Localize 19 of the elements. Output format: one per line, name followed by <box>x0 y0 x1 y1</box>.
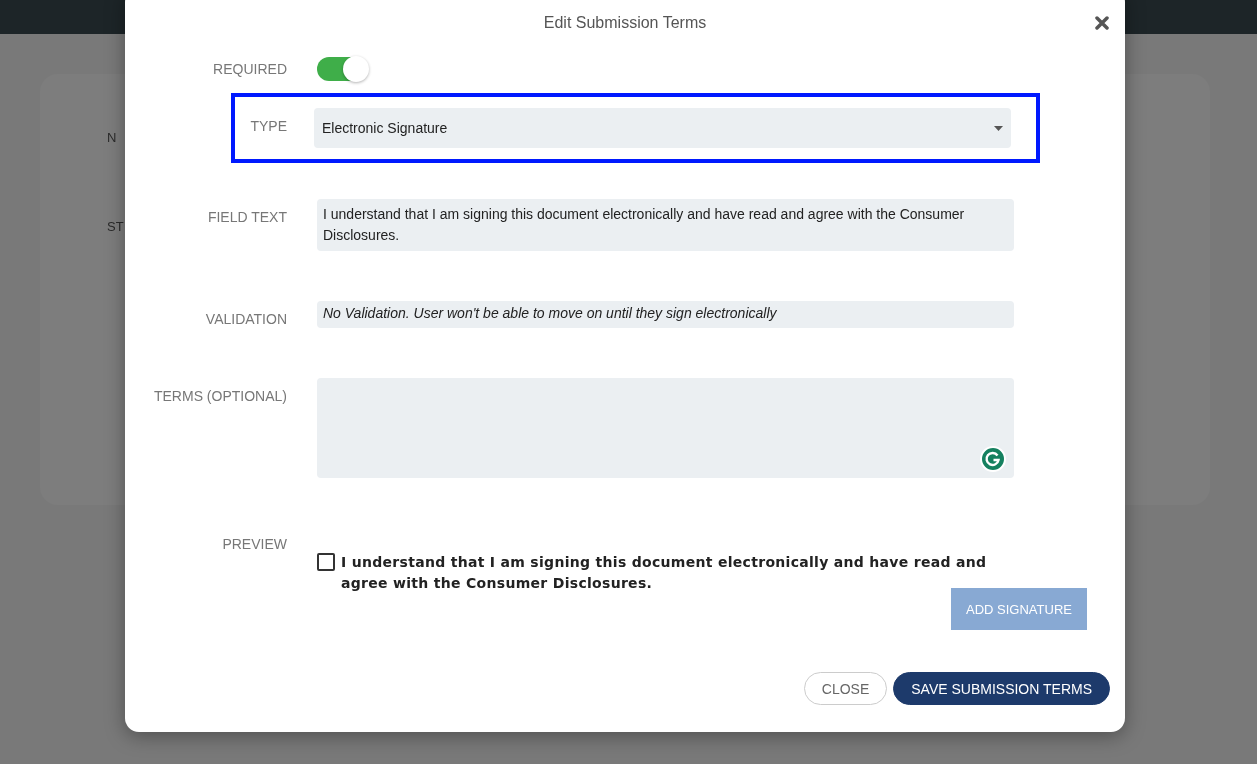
field-label: TERMS (OPTIONAL) <box>154 387 287 406</box>
type-select[interactable]: Electronic Signature <box>314 108 1011 148</box>
field-label: VALIDATION <box>205 310 287 328</box>
close-icon[interactable] <box>1095 16 1109 30</box>
save-button[interactable]: SAVE SUBMISSION TERMS <box>893 672 1110 705</box>
close-button[interactable]: CLOSE <box>803 672 888 705</box>
field-label: TYPE <box>250 117 287 136</box>
checkbox[interactable] <box>317 553 335 571</box>
field-label: PREVIEW <box>222 536 287 554</box>
field-text-input[interactable]: I understand that I am signing this document electronically and have read and agree with the Consumer Disclosures. <box>317 199 1014 251</box>
field-label: N <box>107 130 117 145</box>
field-label: FIELD TEXT <box>207 208 287 227</box>
required-toggle[interactable] <box>317 57 367 81</box>
caret-icon <box>994 125 1003 131</box>
assistant-icon[interactable] <box>980 446 1006 472</box>
dialog-title: Edit Submission Terms <box>543 14 707 33</box>
field-label: ST <box>107 219 124 234</box>
validation-input[interactable]: No Validation. User won't be able to move on until they sign electronically <box>317 301 1014 328</box>
field-label: REQUIRED <box>213 60 287 79</box>
